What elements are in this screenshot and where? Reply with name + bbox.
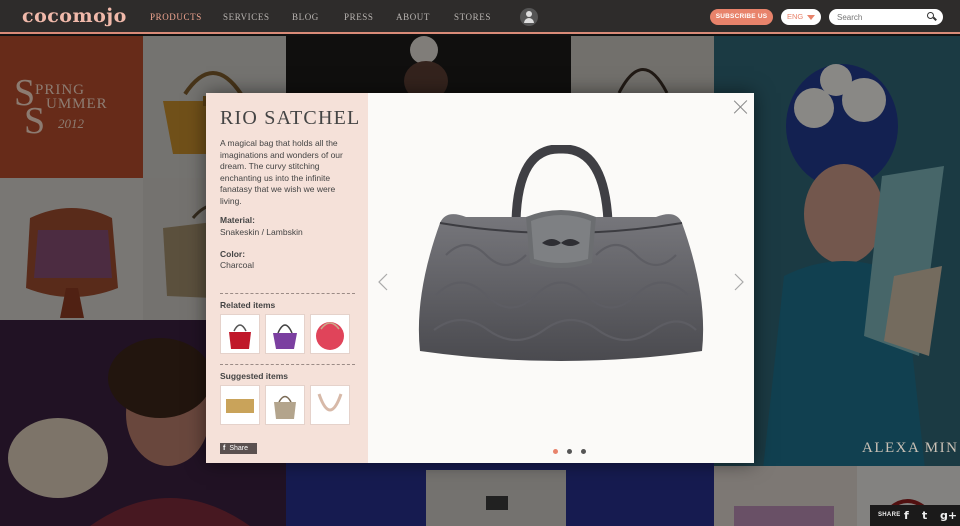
slide-dot-2[interactable]	[567, 449, 572, 454]
twitter-icon[interactable]: t	[922, 509, 927, 522]
close-icon[interactable]	[734, 100, 748, 114]
footer-share-label: SHARE	[878, 512, 901, 518]
user-icon[interactable]	[520, 8, 538, 26]
divider	[220, 293, 355, 294]
nav-press[interactable]: PRESS	[344, 12, 396, 22]
chevron-left-icon[interactable]	[378, 273, 388, 291]
color-label: Color:	[220, 249, 246, 259]
alexa-min-caption: ALEXA MIN	[862, 440, 959, 456]
product-image	[406, 144, 716, 380]
related-item-red-bag[interactable]	[220, 314, 260, 354]
brand-logo[interactable]: cocomojo	[22, 5, 127, 27]
material-value: Snakeskin / Lambskin	[220, 227, 303, 237]
product-title: RIO SATCHEL	[220, 107, 361, 129]
slide-pagination	[553, 449, 586, 454]
suggested-items-label: Suggested items	[220, 371, 289, 381]
search-input[interactable]	[829, 9, 943, 25]
language-select[interactable]: ENG	[781, 9, 821, 25]
nav-products[interactable]: PRODUCTS	[150, 12, 223, 22]
slide-dot-3[interactable]	[581, 449, 586, 454]
nav-about[interactable]: ABOUT	[396, 12, 454, 22]
slide-dot-1[interactable]	[553, 449, 558, 454]
search-icon[interactable]	[927, 12, 934, 19]
subscribe-button[interactable]: SUBSCRIBE US	[710, 9, 773, 25]
nav-stores[interactable]: STORES	[454, 12, 514, 22]
facebook-icon: f	[223, 445, 226, 452]
product-info-panel: RIO SATCHEL A magical bag that holds all…	[206, 93, 368, 463]
google-plus-icon[interactable]: g+	[940, 509, 957, 522]
material-label: Material:	[220, 215, 255, 225]
suggested-item-tote[interactable]	[265, 385, 305, 425]
color-value: Charcoal	[220, 260, 255, 270]
chevron-right-icon[interactable]	[734, 273, 744, 291]
product-description: A magical bag that holds all the imagina…	[220, 138, 343, 206]
nav-services[interactable]: SERVICES	[223, 12, 292, 22]
product-modal: RIO SATCHEL A magical bag that holds all…	[206, 93, 754, 463]
top-navigation-bar: cocomojo PRODUCTS SERVICES BLOG PRESS AB…	[0, 0, 960, 34]
related-item-purple-bag[interactable]	[265, 314, 305, 354]
suggested-item-necklace[interactable]	[310, 385, 350, 425]
main-nav: PRODUCTS SERVICES BLOG PRESS ABOUT STORE…	[150, 12, 514, 22]
divider	[220, 364, 355, 365]
nav-blog[interactable]: BLOG	[292, 12, 344, 22]
suggested-item-clutch[interactable]	[220, 385, 260, 425]
facebook-icon[interactable]: f	[904, 509, 909, 522]
facebook-share-button[interactable]: f Share	[220, 443, 257, 454]
related-item-pink-bag[interactable]	[310, 314, 350, 354]
footer-share-bar: SHARE f t g+	[870, 505, 960, 526]
share-label: Share	[229, 445, 249, 452]
related-items-label: Related items	[220, 300, 276, 310]
